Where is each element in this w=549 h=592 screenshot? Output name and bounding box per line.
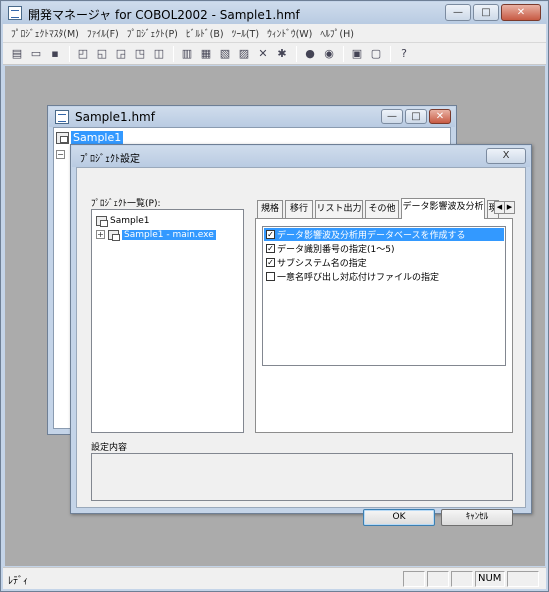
- tab-scroll-right-icon[interactable]: ▶: [504, 201, 515, 214]
- run-icon[interactable]: ◉: [321, 46, 337, 62]
- document-title-bar[interactable]: Sample1.hmf — □ ✕: [49, 107, 455, 127]
- doc-close-button[interactable]: ✕: [429, 109, 451, 124]
- tab-migration[interactable]: 移行: [285, 200, 313, 218]
- menu-help[interactable]: ﾍﾙﾌﾟ(H): [316, 26, 358, 40]
- compile-icon[interactable]: ▧: [217, 46, 233, 62]
- debug-icon[interactable]: ●: [302, 46, 318, 62]
- window-icon[interactable]: ▣: [349, 46, 365, 62]
- menu-build[interactable]: ﾋﾞﾙﾄﾞ(B): [182, 26, 228, 40]
- toolbar: ▤ ▭ ▪ ◰ ◱ ◲ ◳ ◫ ▥ ▦ ▧ ▨ ✕ ✱ ● ◉ ▣ ▢ ?: [3, 43, 546, 65]
- print-icon[interactable]: ◫: [151, 46, 167, 62]
- project-list[interactable]: Sample1 + Sample1 - main.exe: [91, 209, 244, 433]
- maximize-button[interactable]: □: [473, 4, 499, 21]
- expand-icon[interactable]: +: [96, 230, 105, 239]
- status-pane-kana: [427, 571, 449, 587]
- tree-child-label: Sample1 - main.exe: [122, 229, 216, 240]
- status-bar: ﾚﾃﾞｨ NUM: [3, 567, 546, 589]
- project-icon: [96, 215, 108, 227]
- save-icon[interactable]: ▪: [47, 46, 63, 62]
- status-pane-caps: [403, 571, 425, 587]
- option-label: データ影響波及分析用データベースを作成する: [277, 231, 466, 241]
- option-list: ✓ データ影響波及分析用データベースを作成する ✓ データ識別番号の指定(1〜5…: [262, 226, 506, 366]
- project-list-label: ﾌﾟﾛｼﾞｪｸﾄ一覧(P):: [91, 199, 161, 209]
- doc-minimize-button[interactable]: —: [381, 109, 403, 124]
- menu-project-master[interactable]: ﾌﾟﾛｼﾞｪｸﾄﾏｽﾀ(M): [7, 26, 83, 40]
- close-button[interactable]: ✕: [501, 4, 541, 21]
- tab-data-impact-analysis[interactable]: データ影響波及分析: [401, 198, 485, 219]
- tab-panel: ✓ データ影響波及分析用データベースを作成する ✓ データ識別番号の指定(1〜5…: [255, 218, 513, 433]
- new-project-icon[interactable]: ▤: [9, 46, 25, 62]
- paste-icon[interactable]: ◲: [113, 46, 129, 62]
- status-pane-ins: [451, 571, 473, 587]
- clean-icon[interactable]: ✕: [255, 46, 271, 62]
- minimize-button[interactable]: —: [445, 4, 471, 21]
- menu-project[interactable]: ﾌﾟﾛｼﾞｪｸﾄ(P): [123, 26, 182, 40]
- checkbox[interactable]: [266, 272, 275, 281]
- doc-tree-root[interactable]: Sample1: [56, 130, 124, 145]
- doc-tree-root-label: Sample1: [71, 131, 124, 144]
- option-label: データ識別番号の指定(1〜5): [277, 245, 395, 255]
- status-num: NUM: [475, 571, 505, 587]
- link-icon[interactable]: ▨: [236, 46, 252, 62]
- tree-item-child[interactable]: + Sample1 - main.exe: [96, 228, 216, 241]
- option-mapping-file[interactable]: 一意名呼び出し対応付けファイルの指定: [264, 270, 504, 283]
- checkbox[interactable]: ✓: [266, 258, 275, 267]
- open-icon[interactable]: ▭: [28, 46, 44, 62]
- dialog-title: ﾌﾟﾛｼﾞｪｸﾄ設定: [80, 154, 140, 165]
- tree-item-root[interactable]: Sample1: [96, 214, 149, 227]
- status-text: ﾚﾃﾞｨ: [8, 576, 28, 587]
- toolbar-separator: [390, 45, 391, 62]
- project-icon: [56, 131, 69, 144]
- tab-other[interactable]: その他: [365, 200, 399, 218]
- description-label: 設定内容: [91, 443, 128, 453]
- help-icon[interactable]: ?: [396, 46, 412, 62]
- status-pane-scroll: [507, 571, 539, 587]
- window2-icon[interactable]: ▢: [368, 46, 384, 62]
- option-label: 一意名呼び出し対応付けファイルの指定: [277, 273, 440, 283]
- option-subsystem-name[interactable]: ✓ サブシステム名の指定: [264, 256, 504, 269]
- toolbar-separator: [343, 45, 344, 62]
- dialog-close-button[interactable]: X: [486, 148, 526, 164]
- window-title: 開発マネージャ for COBOL2002 - Sample1.hmf: [28, 8, 300, 22]
- tab-list-output[interactable]: リスト出力: [315, 200, 363, 218]
- option-label: サブシステム名の指定: [277, 259, 367, 269]
- build-icon[interactable]: ▥: [179, 46, 195, 62]
- option-create-database[interactable]: ✓ データ影響波及分析用データベースを作成する: [264, 228, 504, 241]
- dialog-client: ﾌﾟﾛｼﾞｪｸﾄ一覧(P): Sample1 + Sample1 - main.…: [76, 167, 526, 526]
- tab-standard[interactable]: 規格: [257, 200, 283, 218]
- ok-button[interactable]: OK: [363, 509, 435, 526]
- menu-file[interactable]: ﾌｧｲﾙ(F): [83, 26, 123, 40]
- tree-root-label: Sample1: [110, 215, 150, 226]
- dialog-title-bar[interactable]: ﾌﾟﾛｼﾞｪｸﾄ設定 X: [72, 146, 530, 167]
- toolbar-separator: [296, 45, 297, 62]
- app-icon: [8, 6, 22, 20]
- title-bar[interactable]: 開発マネージャ for COBOL2002 - Sample1.hmf — □ …: [2, 2, 547, 24]
- doc-tree-expander[interactable]: −: [56, 150, 65, 159]
- checkbox[interactable]: ✓: [266, 230, 275, 239]
- delete-icon[interactable]: ◳: [132, 46, 148, 62]
- menu-tools[interactable]: ﾂｰﾙ(T): [228, 26, 263, 40]
- cut-icon[interactable]: ◱: [94, 46, 110, 62]
- description-box: [91, 453, 513, 501]
- checkbox[interactable]: ✓: [266, 244, 275, 253]
- tool-icon[interactable]: ✱: [274, 46, 290, 62]
- option-data-id-number[interactable]: ✓ データ識別番号の指定(1〜5): [264, 242, 504, 255]
- menu-bar: ﾌﾟﾛｼﾞｪｸﾄﾏｽﾀ(M) ﾌｧｲﾙ(F) ﾌﾟﾛｼﾞｪｸﾄ(P) ﾋﾞﾙﾄﾞ…: [3, 24, 546, 43]
- cancel-button[interactable]: ｷｬﾝｾﾙ: [441, 509, 513, 526]
- project-settings-dialog: ﾌﾟﾛｼﾞｪｸﾄ設定 X ﾌﾟﾛｼﾞｪｸﾄ一覧(P): Sample1 + Sa…: [70, 144, 532, 526]
- menu-window[interactable]: ｳｨﾝﾄﾞｳ(W): [263, 26, 316, 40]
- toolbar-separator: [69, 45, 70, 62]
- copy-icon[interactable]: ◰: [75, 46, 91, 62]
- exe-icon: [108, 229, 120, 241]
- document-title: Sample1.hmf: [75, 110, 155, 124]
- doc-maximize-button[interactable]: □: [405, 109, 427, 124]
- settings-tabs: 規格 移行 リスト出力 その他 データ影響波及分析 現 ◀ ▶: [257, 198, 515, 219]
- document-icon: [55, 110, 69, 124]
- rebuild-icon[interactable]: ▦: [198, 46, 214, 62]
- toolbar-separator: [173, 45, 174, 62]
